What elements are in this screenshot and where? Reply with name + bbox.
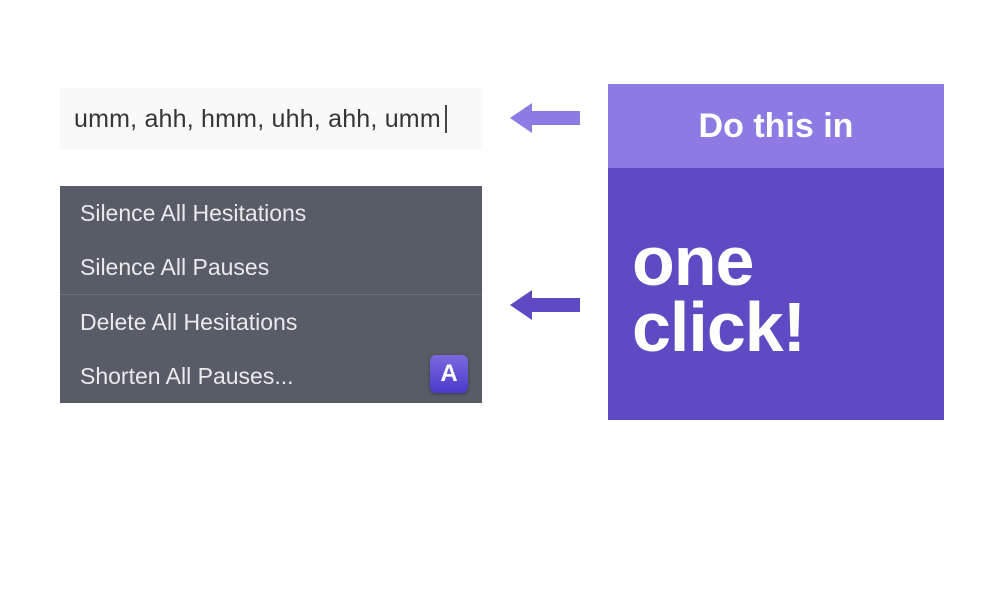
text-cursor — [445, 105, 447, 133]
callout-body: one click! — [608, 168, 944, 420]
menu-item-label: Shorten All Pauses... — [80, 363, 294, 390]
menu-item-delete-hesitations[interactable]: Delete All Hesitations — [60, 295, 482, 349]
context-menu: Silence All Hesitations Silence All Paus… — [60, 186, 482, 403]
menu-item-label: Silence All Hesitations — [80, 200, 306, 227]
app-badge-letter: A — [440, 360, 457, 388]
app-badge-icon: A — [430, 355, 468, 393]
menu-item-label: Delete All Hesitations — [80, 309, 297, 336]
input-text-value: umm, ahh, hmm, uhh, ahh, umm — [74, 105, 441, 134]
callout-body-text: one click! — [632, 228, 920, 361]
menu-item-shorten-pauses[interactable]: Shorten All Pauses... A — [60, 349, 482, 403]
arrow-left-icon — [510, 101, 580, 135]
callout-header-text: Do this in — [699, 107, 854, 146]
callout-header: Do this in — [608, 84, 944, 168]
promo-callout: Do this in one click! — [608, 84, 944, 420]
menu-item-silence-hesitations[interactable]: Silence All Hesitations — [60, 186, 482, 240]
menu-item-label: Silence All Pauses — [80, 254, 269, 281]
hesitation-text-input[interactable]: umm, ahh, hmm, uhh, ahh, umm — [60, 88, 482, 150]
arrow-left-icon — [510, 288, 580, 322]
menu-item-silence-pauses[interactable]: Silence All Pauses — [60, 240, 482, 294]
